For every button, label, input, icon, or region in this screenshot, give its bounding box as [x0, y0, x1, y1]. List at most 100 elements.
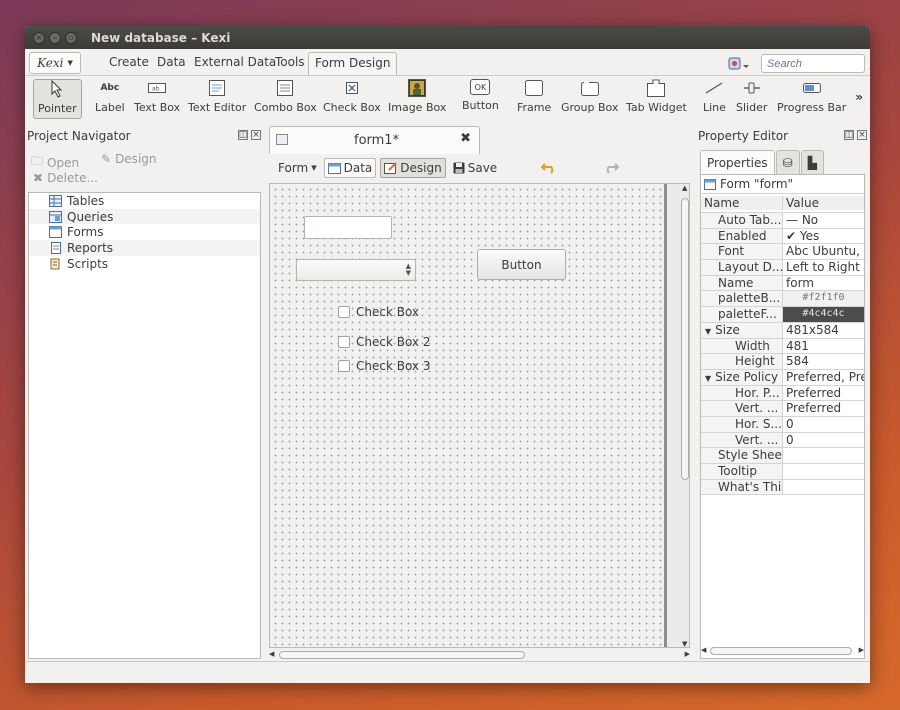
tab-data-source[interactable]: ⛁: [775, 150, 800, 175]
tab-create[interactable]: Create: [109, 55, 149, 69]
tab-form-design[interactable]: Form Design: [308, 52, 398, 76]
redo-button[interactable]: [600, 158, 622, 178]
tool-slider[interactable]: Slider: [736, 79, 767, 119]
property-row[interactable]: What's This: [701, 479, 864, 496]
scroll-right-icon[interactable]: ▶: [859, 646, 864, 654]
property-value[interactable]: — No: [783, 213, 864, 228]
property-row[interactable]: Vert. ... Preferred: [701, 401, 864, 417]
form-canvas[interactable]: ▲ ▼ Button Check Box Check Box 2 Check Bo…: [270, 184, 667, 647]
app-menu-button[interactable]: Kexi ▼: [29, 52, 81, 74]
scrollbar-thumb[interactable]: [681, 198, 689, 480]
tool-text-box[interactable]: ab Text Box: [134, 79, 180, 119]
property-row[interactable]: Height 584: [701, 354, 864, 370]
property-value[interactable]: 481x584: [783, 323, 864, 338]
property-row[interactable]: Style Sheet: [701, 448, 864, 464]
property-value[interactable]: [783, 464, 864, 479]
tree-item-forms[interactable]: Forms: [29, 224, 260, 240]
tool-image-box[interactable]: Image Box: [388, 79, 446, 119]
tool-frame[interactable]: Frame: [517, 79, 551, 119]
tool-label-widget[interactable]: Abc Label: [95, 79, 125, 119]
property-row[interactable]: Auto Tab... — No: [701, 213, 864, 229]
tool-combo-box[interactable]: Combo Box: [254, 79, 317, 119]
document-tab[interactable]: form1* ✖: [269, 126, 480, 154]
save-button[interactable]: Save: [450, 158, 500, 178]
close-panel-icon[interactable]: ×: [857, 130, 867, 140]
tool-group-box[interactable]: Group Box: [561, 79, 618, 119]
tab-tools[interactable]: Tools: [275, 55, 305, 69]
tree-item-queries[interactable]: Queries: [29, 208, 260, 225]
form-widget-checkbox-2[interactable]: Check Box 2: [338, 335, 430, 349]
tab-external-data[interactable]: External Data: [194, 55, 276, 69]
form-widget-checkbox-1[interactable]: Check Box: [338, 305, 419, 319]
property-value[interactable]: Preferred: [783, 386, 864, 401]
help-menu-icon[interactable]: [728, 56, 750, 72]
tab-data[interactable]: Data: [157, 55, 186, 69]
minimize-window-button[interactable]: –: [49, 31, 61, 44]
property-value[interactable]: [783, 480, 864, 495]
property-row[interactable]: Tooltip: [701, 464, 864, 480]
tool-button[interactable]: OK Button: [462, 79, 499, 119]
tree-item-reports[interactable]: Reports: [29, 240, 260, 256]
tree-item-tables[interactable]: Tables: [29, 193, 260, 209]
tab-widgets[interactable]: ▙: [800, 150, 824, 175]
property-value[interactable]: Preferred, Prefe: [783, 370, 864, 385]
property-row[interactable]: Vert. ... 0: [701, 432, 864, 449]
tool-tab-widget[interactable]: Tab Widget: [626, 79, 687, 119]
tree-item-scripts[interactable]: Scripts: [29, 256, 260, 272]
property-row[interactable]: FontAbc Ubuntu, 11: [701, 244, 864, 261]
design-button[interactable]: ✎ Design: [101, 152, 157, 166]
data-view-button[interactable]: Data: [323, 158, 377, 178]
property-row[interactable]: paletteB... #f2f1f0: [701, 291, 864, 308]
form-widget-checkbox-3[interactable]: Check Box 3: [338, 359, 430, 373]
tool-progress-bar[interactable]: Progress Bar: [777, 79, 846, 119]
form-widget-button[interactable]: Button: [477, 249, 566, 280]
property-value[interactable]: Left to Right: [783, 260, 864, 275]
scroll-right-icon[interactable]: ▶: [685, 650, 690, 658]
property-value[interactable]: 0: [783, 417, 864, 432]
undo-button[interactable]: [538, 158, 560, 178]
float-panel-icon[interactable]: ◫: [238, 130, 248, 140]
scroll-left-icon[interactable]: ◀: [701, 646, 706, 654]
property-value[interactable]: #f2f1f0: [783, 291, 864, 307]
design-view-button[interactable]: Design: [380, 158, 446, 178]
close-window-button[interactable]: ×: [33, 31, 45, 44]
property-row[interactable]: Width 481: [701, 338, 864, 355]
collapse-arrow-icon[interactable]: ▼: [705, 374, 711, 383]
property-group-row[interactable]: ▼Size PolicyPreferred, Prefe: [701, 369, 864, 386]
property-value[interactable]: ✔ Yes: [783, 229, 864, 244]
scrollbar-thumb[interactable]: [710, 647, 852, 655]
delete-button[interactable]: ✖ Delete...: [33, 171, 98, 185]
tool-line[interactable]: Line: [703, 79, 726, 119]
property-row[interactable]: Name form: [701, 275, 864, 292]
float-panel-icon[interactable]: ◫: [844, 130, 854, 140]
more-tools-button[interactable]: »: [855, 90, 863, 104]
property-row[interactable]: Enabled ✔ Yes: [701, 228, 864, 245]
search-input[interactable]: [761, 54, 865, 73]
open-button[interactable]: 🗀 Open: [31, 152, 79, 173]
property-group-row[interactable]: ▼ Size 481x584: [701, 322, 864, 339]
property-value[interactable]: Preferred: [783, 401, 864, 416]
tab-properties[interactable]: Properties: [700, 150, 775, 175]
form-menu-button[interactable]: Form ▼: [275, 158, 320, 178]
canvas-vertical-scrollbar[interactable]: ▲ ▼: [680, 184, 689, 647]
tool-pointer[interactable]: Pointer: [33, 79, 82, 119]
tool-check-box[interactable]: Check Box: [323, 79, 381, 119]
scroll-down-icon[interactable]: ▼: [682, 640, 687, 647]
canvas-horizontal-scrollbar[interactable]: ◀ ▶: [269, 649, 690, 661]
collapse-arrow-icon[interactable]: ▼: [705, 327, 711, 336]
property-row[interactable]: Hor. P... Preferred: [701, 385, 864, 402]
maximize-window-button[interactable]: ▫: [65, 31, 77, 44]
property-row[interactable]: Hor. S... 0: [701, 416, 864, 433]
close-panel-icon[interactable]: ×: [251, 130, 261, 140]
property-value[interactable]: form: [783, 276, 864, 291]
property-value[interactable]: Abc Ubuntu, 11: [783, 244, 864, 259]
property-row[interactable]: Layout D... Left to Right: [701, 260, 864, 276]
scroll-up-icon[interactable]: ▲: [682, 184, 687, 192]
tool-text-editor[interactable]: Text Editor: [188, 79, 246, 119]
scroll-left-icon[interactable]: ◀: [269, 650, 274, 658]
form-widget-combo-box[interactable]: ▲ ▼: [296, 259, 416, 281]
property-value[interactable]: 481: [783, 339, 864, 354]
scrollbar-thumb[interactable]: [279, 651, 525, 659]
property-value[interactable]: 0: [783, 433, 864, 448]
property-value[interactable]: [783, 448, 864, 463]
